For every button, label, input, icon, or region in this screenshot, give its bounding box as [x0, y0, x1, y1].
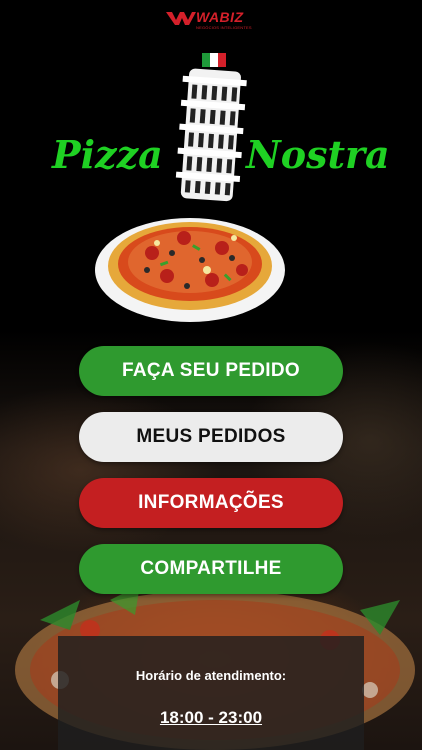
wabiz-logo: WABIZ NEGÓCIOS INTELIGENTES	[166, 9, 258, 33]
share-button[interactable]: COMPARTILHE	[79, 544, 343, 594]
my-orders-button[interactable]: MEUS PEDIDOS	[79, 412, 343, 462]
logo-word-nostra: Nostra	[246, 132, 390, 177]
wabiz-mark-icon	[166, 12, 196, 25]
brand-tagline: NEGÓCIOS INTELIGENTES	[196, 25, 252, 30]
opening-hours-label: Horário de atendimento:	[135, 668, 287, 683]
pizza-nostra-logo-art	[95, 53, 285, 322]
place-order-button[interactable]: FAÇA SEU PEDIDO	[79, 346, 343, 396]
brand-name: WABIZ	[196, 9, 244, 25]
opening-hours-value: 18:00 - 23:00	[159, 708, 263, 727]
logo-word-pizza: Pizza	[52, 132, 163, 177]
opening-hours-panel: Horário de atendimento: 18:00 - 23:00	[58, 636, 364, 750]
information-button[interactable]: INFORMAÇÕES	[79, 478, 343, 528]
